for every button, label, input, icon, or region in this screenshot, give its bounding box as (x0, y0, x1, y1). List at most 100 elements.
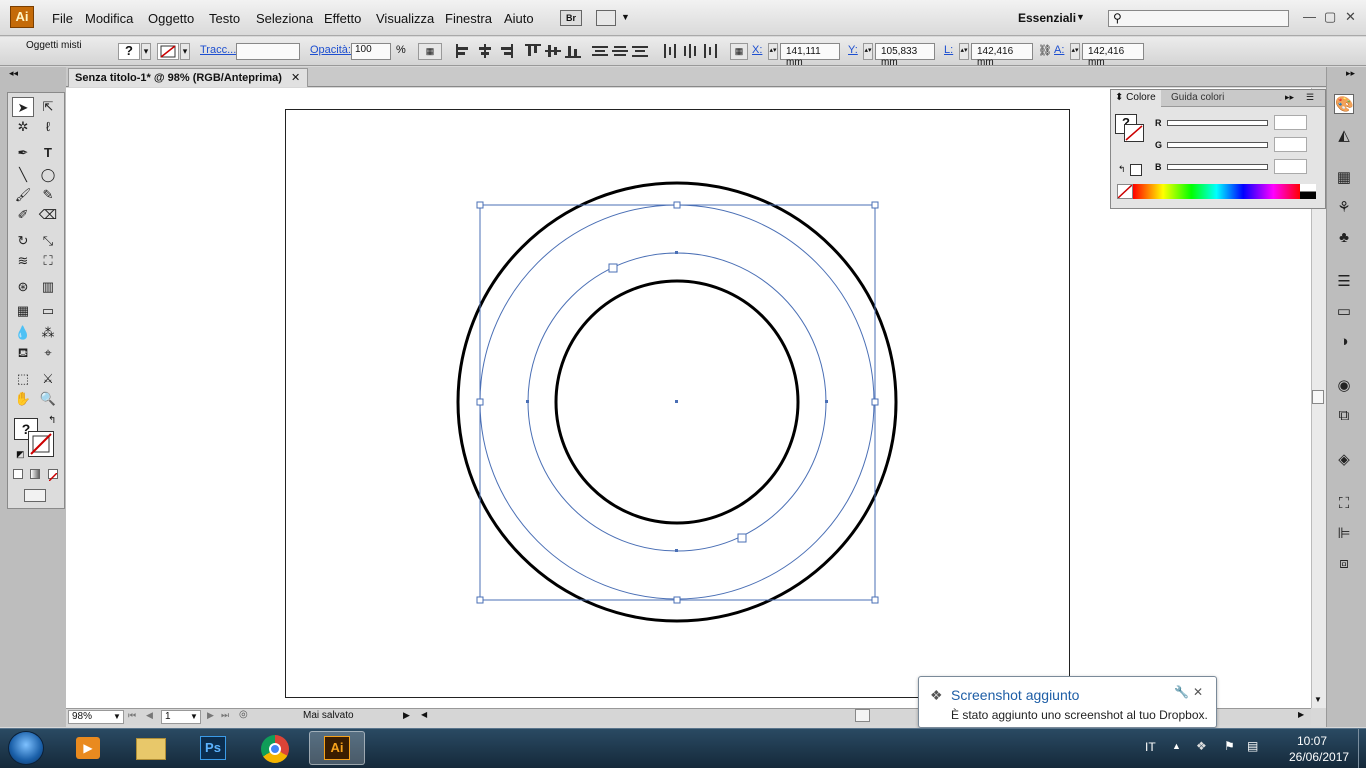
ellipse-tool-icon[interactable]: ◯ (37, 165, 59, 185)
scale-tool-icon[interactable]: ⤡ (37, 231, 59, 251)
taskbar-chrome[interactable] (247, 731, 303, 765)
stroke-label-link[interactable]: Tracc... (200, 44, 236, 56)
artboards-icon[interactable]: ⛶ (1334, 494, 1354, 514)
menu-testo[interactable]: Testo (209, 11, 240, 26)
collapse-icon[interactable]: ◂◂ (9, 68, 18, 79)
stroke-swatch-large[interactable] (28, 431, 54, 457)
menu-finestra[interactable]: Finestra (445, 11, 492, 26)
clock-time[interactable]: 10:07 (1297, 734, 1327, 748)
last-color-swatch[interactable] (1130, 164, 1142, 176)
minimize-button[interactable]: — (1303, 9, 1316, 24)
y-field[interactable]: 105,833 mm (875, 43, 935, 68)
eraser-tool-icon[interactable]: ⌫ (37, 205, 59, 225)
graphic-styles-icon[interactable]: ⧉ (1334, 406, 1354, 426)
opacity-label-link[interactable]: Opacità: (310, 44, 351, 56)
channel-r-field[interactable] (1274, 115, 1307, 130)
x-stepper[interactable]: ▴▾ (768, 43, 778, 60)
live-paint-selection-tool-icon[interactable]: ⌖ (37, 343, 59, 363)
taskbar-explorer[interactable] (123, 731, 179, 765)
show-desktop-button[interactable] (1358, 729, 1366, 768)
chevron-down-icon[interactable]: ▼ (190, 712, 198, 721)
close-tab-icon[interactable]: ✕ (291, 71, 300, 84)
chevron-down-icon[interactable]: ▾ (180, 43, 190, 60)
menu-aiuto[interactable]: Aiuto (504, 11, 534, 26)
channel-g-field[interactable] (1274, 137, 1307, 152)
align-hcenter-icon[interactable] (477, 44, 493, 58)
slice-tool-icon[interactable]: ⚔ (37, 369, 59, 389)
menu-seleziona[interactable]: Seleziona (256, 11, 313, 26)
align-bottom-icon[interactable] (565, 44, 581, 58)
taskbar-illustrator[interactable]: Ai (309, 731, 365, 765)
selection-tool-icon[interactable]: ➤ (12, 97, 34, 117)
stroke-swatch[interactable] (157, 43, 179, 60)
channel-g-slider[interactable] (1167, 142, 1268, 148)
hand-tool-icon[interactable]: ✋ (12, 389, 34, 409)
chevron-down-icon[interactable]: ▼ (1076, 12, 1085, 22)
layers-icon[interactable]: ◈ (1334, 450, 1354, 470)
settings-wrench-icon[interactable]: 🔧 (1174, 685, 1189, 699)
document-tab[interactable]: Senza titolo-1* @ 98% (RGB/Anteprima) (68, 68, 308, 87)
x-label-link[interactable]: X: (752, 44, 762, 56)
default-colors-icon[interactable]: ◩ (16, 449, 25, 460)
align-left-icon[interactable] (456, 44, 472, 58)
distribute-right-icon[interactable] (702, 44, 718, 58)
opacity-field[interactable]: 100 (351, 43, 391, 60)
eyedropper-tool-icon[interactable]: 💧 (12, 323, 34, 343)
magic-wand-tool-icon[interactable]: ✲ (12, 117, 34, 137)
y-label-link[interactable]: Y: (848, 44, 858, 56)
none-mode-icon[interactable] (48, 469, 58, 482)
stroke-weight-field[interactable] (236, 43, 300, 60)
free-transform-tool-icon[interactable]: ⛶ (37, 251, 59, 271)
scroll-down-icon[interactable]: ▼ (1314, 695, 1322, 704)
maximize-button[interactable]: ▢ (1324, 9, 1336, 25)
scroll-left-icon[interactable]: ◀ (421, 710, 427, 719)
distribute-vcenter-icon[interactable] (612, 44, 628, 58)
vertical-scroll-thumb[interactable] (1312, 390, 1324, 404)
channel-r-slider[interactable] (1167, 120, 1268, 126)
width-field[interactable]: 142,416 mm (971, 43, 1033, 68)
color-panel-icon[interactable]: 🎨 (1334, 94, 1354, 114)
height-stepper[interactable]: ▴▾ (1070, 43, 1080, 60)
recolor-icon[interactable]: ▦ (418, 43, 442, 60)
prev-artboard-icon[interactable]: ◀ (146, 710, 153, 721)
blend-tool-icon[interactable]: ⁂ (37, 323, 59, 343)
gradient-tool-icon[interactable]: ▭ (37, 301, 59, 321)
pencil-tool-icon[interactable]: ✎ (37, 185, 59, 205)
chevron-down-icon[interactable]: ▼ (621, 12, 630, 22)
reference-point-icon[interactable]: ▦ (730, 43, 748, 60)
swap-fill-stroke-icon[interactable]: ↰ (48, 415, 56, 426)
brushes-icon[interactable]: ⚘ (1334, 198, 1354, 218)
direct-selection-tool-icon[interactable]: ⇱ (37, 97, 59, 117)
height-label-link[interactable]: A: (1054, 44, 1064, 56)
menu-file[interactable]: File (52, 11, 73, 26)
mesh-tool-icon[interactable]: ▦ (12, 301, 34, 321)
artboard-tool-icon[interactable]: ⬚ (12, 369, 34, 389)
next-artboard-icon[interactable]: ▶ (207, 710, 214, 721)
out-of-gamut-icon[interactable]: ↰ (1118, 164, 1126, 175)
distribute-left-icon[interactable] (662, 44, 678, 58)
horizontal-scroll-thumb[interactable] (855, 709, 870, 722)
panel-stroke-swatch[interactable] (1124, 124, 1144, 142)
align-vcenter-icon[interactable] (545, 44, 561, 58)
appearance-icon[interactable]: ◉ (1334, 376, 1354, 396)
taskbar-photoshop[interactable]: Ps (185, 731, 241, 765)
live-paint-bucket-tool-icon[interactable]: ⛾ (12, 343, 34, 363)
start-button[interactable] (8, 731, 44, 765)
chevron-down-icon[interactable]: ▾ (141, 43, 151, 60)
symbols-icon[interactable]: ♣ (1334, 228, 1354, 248)
color-spectrum[interactable] (1133, 184, 1300, 199)
scroll-right-icon[interactable]: ▶ (1298, 710, 1304, 719)
fill-swatch[interactable]: ? (118, 43, 140, 60)
transparency-icon[interactable]: ◑ (1334, 332, 1354, 352)
gradient-mode-icon[interactable] (30, 469, 40, 479)
symbol-sprayer-tool-icon[interactable]: ⊛ (12, 277, 34, 297)
menu-modifica[interactable]: Modifica (85, 11, 133, 26)
width-label-link[interactable]: L: (944, 44, 953, 56)
artboard[interactable] (285, 109, 1070, 698)
line-tool-icon[interactable]: ╲ (12, 165, 34, 185)
status-menu-icon[interactable]: ◎ (239, 709, 248, 720)
none-color-swatch[interactable] (1117, 184, 1133, 199)
swatches-icon[interactable]: ▦ (1334, 168, 1354, 188)
color-mode-icon[interactable] (13, 469, 23, 479)
link-proportions-icon[interactable]: ⛓ (1038, 44, 1052, 57)
